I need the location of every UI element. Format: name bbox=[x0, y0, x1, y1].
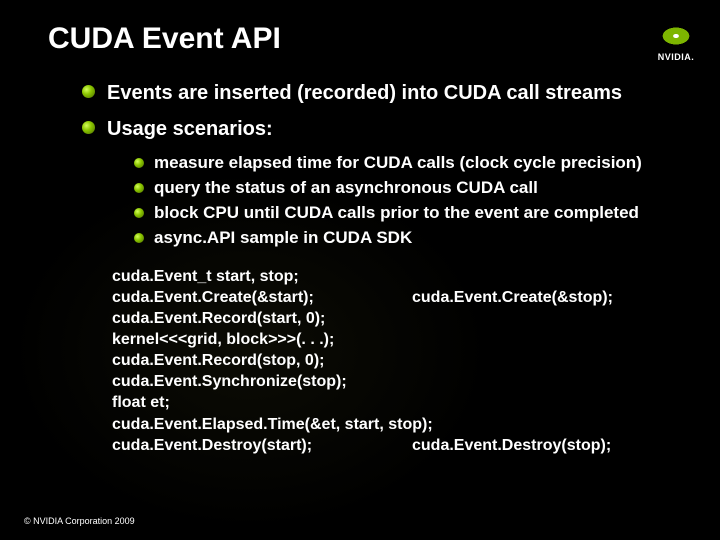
code-left: float et; bbox=[112, 392, 412, 413]
code-line: cuda.Event.Create(&start);cuda.Event.Cre… bbox=[112, 287, 720, 308]
bullet-icon bbox=[82, 121, 95, 134]
bullet-icon bbox=[134, 208, 144, 218]
bullet-sub-3: async.API sample in CUDA SDK bbox=[134, 227, 720, 250]
code-right: cuda.Event.Create(&stop); bbox=[412, 287, 613, 308]
code-line: cuda.Event.Record(stop, 0); bbox=[112, 350, 720, 371]
code-left: cuda.Event.Record(start, 0); bbox=[112, 308, 412, 329]
bullet-icon bbox=[82, 85, 95, 98]
code-line: cuda.Event.Elapsed.Time(&et, start, stop… bbox=[112, 414, 720, 435]
bullet-text: block CPU until CUDA calls prior to the … bbox=[154, 202, 639, 225]
header-row: CUDA Event API NVIDIA. bbox=[48, 22, 720, 80]
code-line: cuda.Event.Synchronize(stop); bbox=[112, 371, 720, 392]
code-left: cuda.Event.Record(stop, 0); bbox=[112, 350, 412, 371]
copyright: © NVIDIA Corporation 2009 bbox=[24, 516, 135, 526]
bullet-main-1: Usage scenarios: bbox=[82, 116, 720, 142]
bullet-text: measure elapsed time for CUDA calls (clo… bbox=[154, 152, 642, 175]
code-left: cuda.Event.Elapsed.Time(&et, start, stop… bbox=[112, 414, 433, 435]
bullet-text: Events are inserted (recorded) into CUDA… bbox=[107, 80, 622, 106]
slide: CUDA Event API NVIDIA. Events are insert… bbox=[0, 0, 720, 456]
code-left: cuda.Event.Synchronize(stop); bbox=[112, 371, 412, 392]
code-line: cuda.Event.Record(start, 0); bbox=[112, 308, 720, 329]
bullet-icon bbox=[134, 158, 144, 168]
bullet-text: async.API sample in CUDA SDK bbox=[154, 227, 412, 250]
slide-title: CUDA Event API bbox=[48, 22, 281, 56]
code-line: float et; bbox=[112, 392, 720, 413]
bullet-icon bbox=[134, 233, 144, 243]
code-line: cuda.Event_t start, stop; bbox=[112, 266, 720, 287]
code-left: cuda.Event_t start, stop; bbox=[112, 266, 412, 287]
bullet-text: Usage scenarios: bbox=[107, 116, 273, 142]
code-left: cuda.Event.Create(&start); bbox=[112, 287, 412, 308]
code-line: kernel<<<grid, block>>>(. . .); bbox=[112, 329, 720, 350]
bullet-icon bbox=[134, 183, 144, 193]
bullet-sub-2: block CPU until CUDA calls prior to the … bbox=[134, 202, 720, 225]
code-block: cuda.Event_t start, stop; cuda.Event.Cre… bbox=[112, 266, 720, 456]
code-line: cuda.Event.Destroy(start);cuda.Event.Des… bbox=[112, 435, 720, 456]
bullet-sub-1: query the status of an asynchronous CUDA… bbox=[134, 177, 720, 200]
code-left: cuda.Event.Destroy(start); bbox=[112, 435, 412, 456]
nvidia-logo-text: NVIDIA. bbox=[654, 52, 698, 62]
nvidia-logo: NVIDIA. bbox=[654, 22, 698, 62]
bullet-text: query the status of an asynchronous CUDA… bbox=[154, 177, 538, 200]
code-right: cuda.Event.Destroy(stop); bbox=[412, 435, 611, 456]
bullet-sub-0: measure elapsed time for CUDA calls (clo… bbox=[134, 152, 720, 175]
code-left: kernel<<<grid, block>>>(. . .); bbox=[112, 329, 412, 350]
bullet-main-0: Events are inserted (recorded) into CUDA… bbox=[82, 80, 720, 106]
nvidia-eye-icon bbox=[654, 22, 698, 50]
